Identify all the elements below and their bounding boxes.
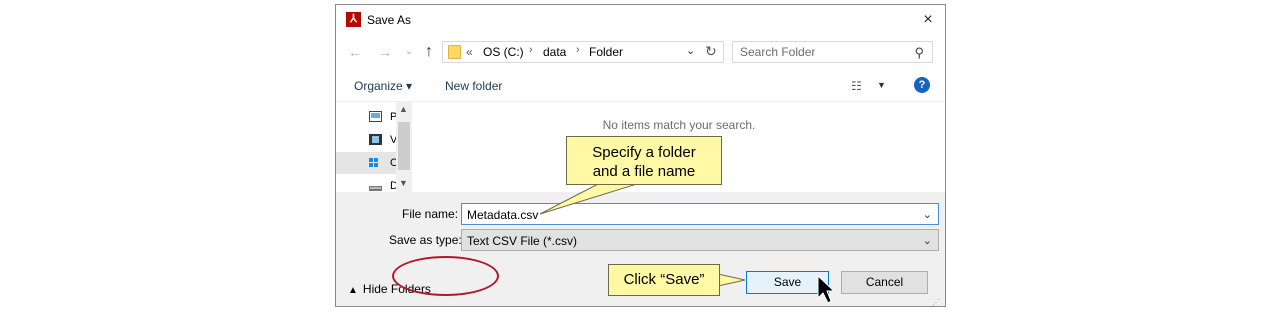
- save-highlight-ring: [392, 256, 499, 296]
- chevron-down-icon[interactable]: ⌄: [923, 208, 932, 221]
- pdf-app-icon: ⅄: [346, 12, 361, 27]
- window-title: Save As: [367, 13, 412, 27]
- folder-icon: [448, 45, 461, 59]
- breadcrumb-separator[interactable]: ›: [529, 44, 533, 56]
- search-input[interactable]: Search Folder ⚲: [732, 41, 933, 63]
- nav-pane-scrollbar[interactable]: ▲ ▼: [396, 102, 412, 192]
- callout-text-line: Specify a folder: [592, 144, 696, 161]
- chevron-up-icon: ▲: [348, 285, 358, 296]
- nav-item-videos[interactable]: V: [336, 129, 397, 151]
- save-as-type-select[interactable]: Text CSV File (*.csv) ⌄: [461, 229, 939, 251]
- breadcrumb-item-os[interactable]: OS (C:): [483, 45, 524, 59]
- up-arrow-icon[interactable]: ↑: [420, 43, 438, 61]
- chevron-down-icon[interactable]: ⌄: [923, 234, 932, 247]
- save-button[interactable]: Save: [746, 271, 829, 294]
- resize-grip-icon[interactable]: ⋰: [932, 298, 940, 307]
- pictures-icon: [369, 111, 382, 122]
- drive-icon: [369, 158, 378, 167]
- file-name-field[interactable]: Metadata.csv ⌄: [461, 203, 939, 225]
- chevron-down-icon[interactable]: ⌄: [686, 44, 695, 57]
- callout-click-save: Click “Save”: [608, 264, 720, 296]
- forward-arrow-icon[interactable]: →: [376, 43, 394, 61]
- navigation-pane: P V O D ▲ ▼: [336, 102, 412, 192]
- scroll-up-icon[interactable]: ▲: [399, 104, 408, 114]
- drive-icon: [369, 186, 382, 191]
- file-name-value: Metadata.csv: [467, 208, 539, 222]
- recent-locations-icon[interactable]: ⌄: [400, 43, 418, 61]
- close-button[interactable]: ×: [916, 8, 940, 32]
- refresh-icon[interactable]: ↻: [705, 43, 717, 60]
- breadcrumb-item-folder[interactable]: Folder: [589, 45, 623, 59]
- search-placeholder: Search Folder: [740, 45, 816, 59]
- scrollbar-thumb[interactable]: [398, 122, 410, 170]
- command-toolbar: Organize ▾ New folder ☷ ▼ ?: [336, 71, 945, 102]
- view-options-icon[interactable]: ☷: [851, 79, 862, 93]
- callout-specify-folder: Specify a folder and a file name: [566, 136, 722, 185]
- nav-item-os-drive[interactable]: O: [336, 152, 399, 174]
- breadcrumb-item-data[interactable]: data: [543, 45, 566, 59]
- view-dropdown-icon[interactable]: ▼: [877, 80, 886, 90]
- nav-item-pictures[interactable]: P: [336, 106, 397, 128]
- breadcrumb-separator[interactable]: ›: [576, 44, 580, 56]
- breadcrumb-overflow[interactable]: «: [466, 45, 473, 59]
- videos-icon: [369, 134, 382, 145]
- save-as-type-label: Save as type:: [389, 233, 462, 247]
- new-folder-button[interactable]: New folder: [445, 79, 502, 93]
- organize-menu[interactable]: Organize ▾: [354, 79, 412, 93]
- help-icon[interactable]: ?: [914, 77, 930, 93]
- title-bar: ⅄ Save As ×: [336, 5, 945, 35]
- search-icon[interactable]: ⚲: [914, 45, 924, 61]
- navigation-row: ← → ⌄ ↑ « OS (C:) › data › Folder ⌄ ↻ Se…: [336, 39, 945, 67]
- back-arrow-icon[interactable]: ←: [346, 43, 364, 61]
- cancel-button[interactable]: Cancel: [841, 271, 928, 294]
- callout-text-line: and a file name: [592, 163, 696, 180]
- address-bar[interactable]: « OS (C:) › data › Folder ⌄ ↻: [442, 41, 724, 63]
- file-name-label: File name:: [402, 207, 459, 221]
- save-as-type-value: Text CSV File (*.csv): [467, 234, 578, 248]
- empty-message: No items match your search.: [602, 118, 756, 132]
- scroll-down-icon[interactable]: ▼: [399, 178, 408, 188]
